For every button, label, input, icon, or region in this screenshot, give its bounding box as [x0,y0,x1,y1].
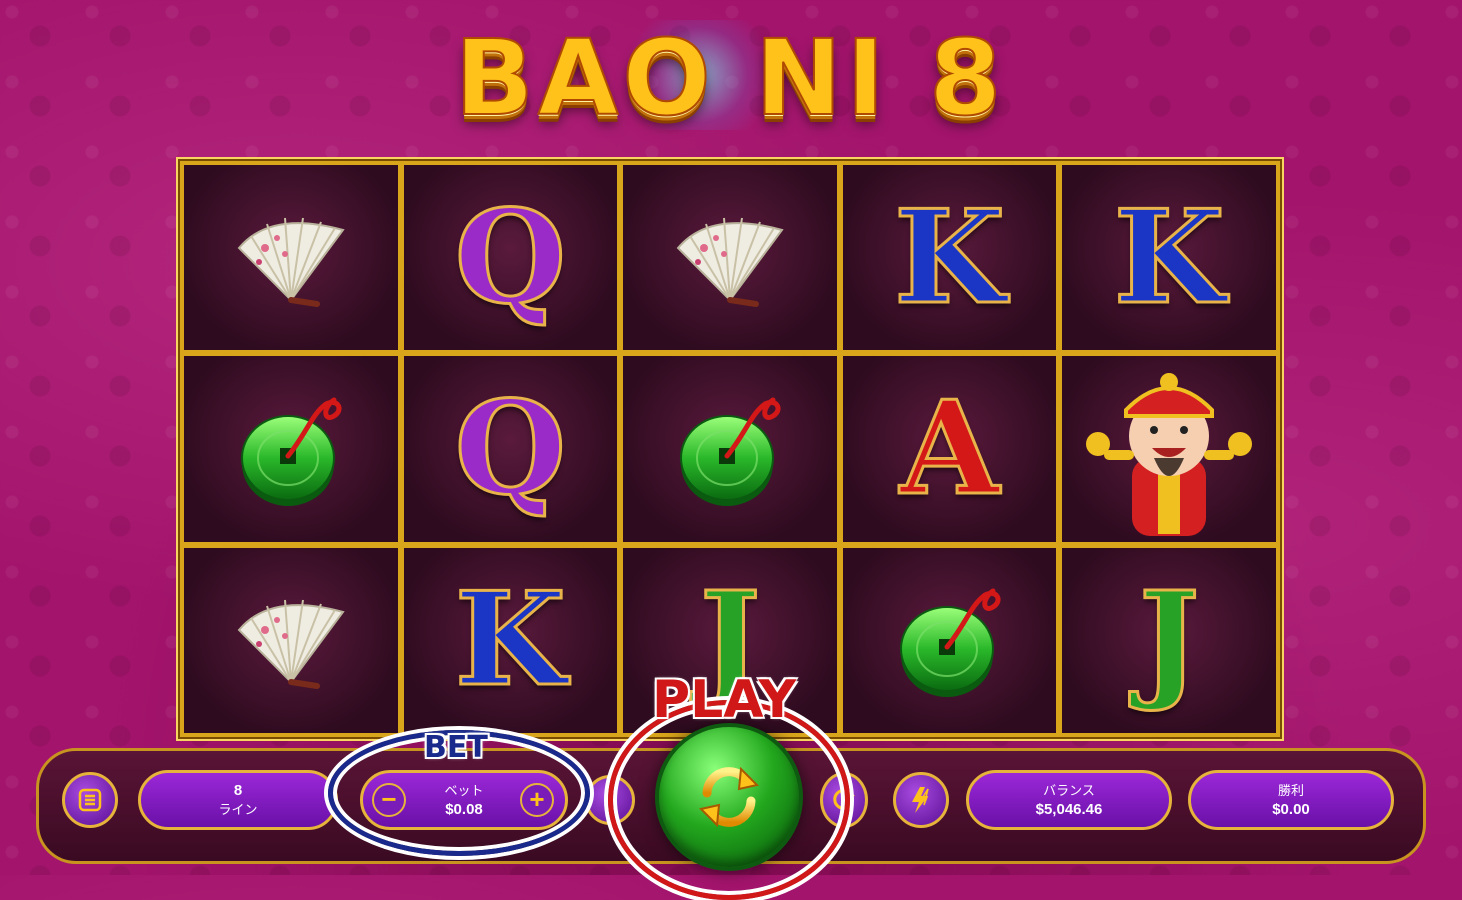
balance-value: $5,046.46 [1035,801,1103,818]
reel-cell: A [842,356,1057,542]
reel-cell [1062,356,1276,542]
game-logo: BAO NI 8 [440,16,1020,140]
lines-display[interactable]: 8 ライン [138,770,338,830]
reel-cell [842,547,1057,733]
reel-cell [184,165,398,351]
letter-symbol: K [1112,182,1226,333]
letter-symbol: J [1137,565,1201,716]
win-value: $0.00 [1272,801,1310,818]
jade-coin-symbol [679,397,781,506]
letter-symbol: K [453,565,567,716]
reel-cell: K [1062,165,1276,351]
fan-symbol [237,600,345,690]
lines-label: ライン [218,802,258,817]
reel-cell [623,165,837,351]
letter-symbol: Q [453,373,567,524]
reel-cell: Q [403,165,618,351]
reel-cell [623,356,837,542]
game-title: BAO NI 8 [454,16,1006,140]
reel-grid: Q KK Q A KJ J [176,157,1284,741]
reel-cell [184,547,398,733]
menu-icon [78,788,102,812]
play-annotation-label: PLAY [652,670,797,730]
jade-coin-symbol [240,397,342,506]
win-display: 勝利 $0.00 [1188,770,1394,830]
letter-symbol: A [898,373,1000,524]
win-label: 勝利 [1277,783,1304,798]
lines-value: 8 [233,782,243,799]
reel-cell: J [1062,547,1276,733]
reel-cell: Q [403,356,618,542]
fan-symbol [676,217,784,307]
fortune-god-symbol [1086,373,1253,536]
balance-display: バランス $5,046.46 [966,770,1172,830]
play-annotation-ring [608,700,850,900]
reel-cell: K [403,547,618,733]
menu-button[interactable] [62,772,118,828]
reel-cell [184,356,398,542]
bet-annotation-label: BET [424,730,488,765]
jade-coin-symbol [899,588,1001,698]
balance-label: バランス [1043,783,1095,798]
lightning-icon [912,787,929,813]
turbo-button[interactable] [893,772,949,828]
letter-symbol: Q [453,182,567,333]
fan-symbol [237,217,345,307]
letter-symbol: K [892,182,1006,333]
reel-cell: K [842,165,1057,351]
